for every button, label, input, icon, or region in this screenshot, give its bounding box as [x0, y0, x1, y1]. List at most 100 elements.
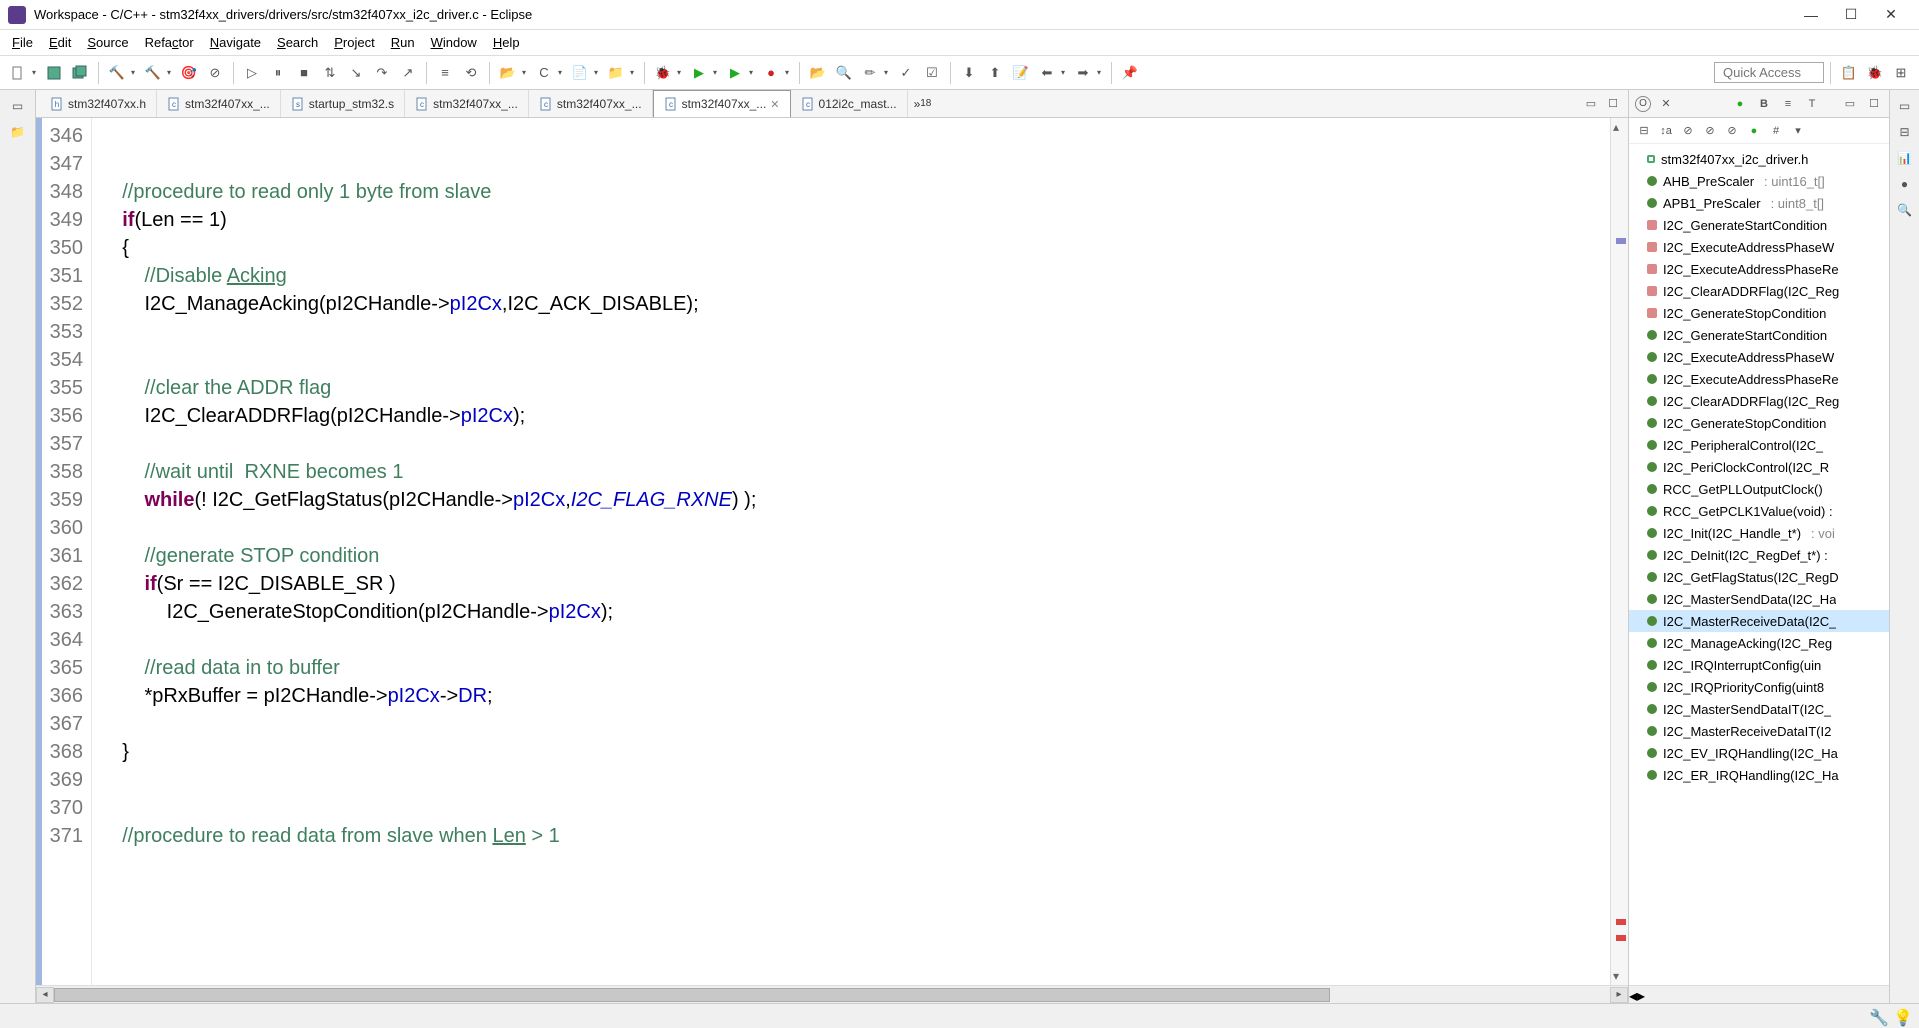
- perspective-other-button[interactable]: ⊞: [1889, 61, 1913, 85]
- code-line[interactable]: *pRxBuffer = pI2CHandle->pI2Cx->DR;: [100, 682, 1610, 710]
- outline-item[interactable]: I2C_GenerateStopCondition: [1629, 412, 1889, 434]
- build-all-button[interactable]: 🔨: [141, 61, 165, 85]
- editor-tab[interactable]: cstm32f407xx_...✕: [653, 90, 791, 117]
- outline-item[interactable]: I2C_PeripheralControl(I2C_: [1629, 434, 1889, 456]
- dropdown-icon[interactable]: ▾: [558, 68, 566, 77]
- outline-h-scrollbar[interactable]: ◂ ▸: [1629, 985, 1889, 1003]
- code-line[interactable]: [100, 514, 1610, 542]
- dropdown-icon[interactable]: ▾: [630, 68, 638, 77]
- restart-button[interactable]: ⟲: [459, 61, 483, 85]
- menu-edit[interactable]: Edit: [41, 32, 79, 53]
- code-editor[interactable]: 3463473483493503513523533543553563573583…: [36, 118, 1628, 985]
- new-button[interactable]: [6, 61, 30, 85]
- outline-item[interactable]: APB1_PreScaler: uint8_t[]: [1629, 192, 1889, 214]
- view-menu-icon[interactable]: ●: [1731, 95, 1749, 113]
- maximize-editor-button[interactable]: ☐: [1604, 95, 1622, 113]
- code-line[interactable]: //Disable Acking: [100, 262, 1610, 290]
- task-button[interactable]: ☑: [920, 61, 944, 85]
- run-button[interactable]: ▶: [687, 61, 711, 85]
- marker-icon[interactable]: [1616, 238, 1626, 244]
- error-marker-icon[interactable]: [1616, 919, 1626, 925]
- pin-button[interactable]: 📌: [1118, 61, 1142, 85]
- code-line[interactable]: if(Len == 1): [100, 206, 1610, 234]
- menu-window[interactable]: Window: [423, 32, 485, 53]
- status-build-icon[interactable]: 🔧: [1869, 1008, 1885, 1024]
- code-body[interactable]: //procedure to read only 1 byte from sla…: [92, 118, 1610, 985]
- code-line[interactable]: I2C_ClearADDRFlag(pI2CHandle->pI2Cx);: [100, 402, 1610, 430]
- quick-access-input[interactable]: [1714, 62, 1824, 83]
- menu-file[interactable]: File: [4, 32, 41, 53]
- editor-h-scrollbar[interactable]: ◂ ▸: [36, 985, 1628, 1003]
- maximize-view-button[interactable]: ☐: [1865, 95, 1883, 113]
- collapse-all-button[interactable]: ⊟: [1635, 122, 1653, 140]
- open-element-button[interactable]: 📂: [496, 61, 520, 85]
- next-annotation-button[interactable]: ⬇: [957, 61, 981, 85]
- restore-view-button[interactable]: ▭: [8, 96, 28, 116]
- hide-fields-button[interactable]: ⊘: [1679, 122, 1697, 140]
- outline-item[interactable]: I2C_PeriClockControl(I2C_R: [1629, 456, 1889, 478]
- editor-tab[interactable]: cstm32f407xx_...: [157, 90, 281, 117]
- step-return-button[interactable]: ↗: [396, 61, 420, 85]
- minimize-editor-button[interactable]: ▭: [1582, 95, 1600, 113]
- sort-button[interactable]: ↕a: [1657, 122, 1675, 140]
- minimize-view-button[interactable]: ▭: [1841, 95, 1859, 113]
- back-button[interactable]: ⬅: [1035, 61, 1059, 85]
- close-view-button[interactable]: ✕: [1657, 95, 1675, 113]
- dropdown-icon[interactable]: ▾: [167, 68, 175, 77]
- code-line[interactable]: //procedure to read data from slave when…: [100, 822, 1610, 850]
- disconnect-button[interactable]: ⇅: [318, 61, 342, 85]
- instruction-stepping-button[interactable]: ≡: [433, 61, 457, 85]
- project-explorer-icon[interactable]: 📁: [8, 122, 28, 142]
- search-button[interactable]: 🔍: [832, 61, 856, 85]
- outline-tab-icon[interactable]: O: [1635, 96, 1651, 112]
- overview-ruler[interactable]: ▴ ▾: [1610, 118, 1628, 985]
- menu-refactor[interactable]: Refactor: [137, 32, 202, 53]
- step-over-button[interactable]: ↷: [370, 61, 394, 85]
- new-folder-button[interactable]: 📁: [604, 61, 628, 85]
- scroll-left-button[interactable]: ◂: [1629, 986, 1637, 1003]
- terminate-button[interactable]: ■: [292, 61, 316, 85]
- hide-non-public-button[interactable]: ⊘: [1723, 122, 1741, 140]
- skip-breakpoints-button[interactable]: ⊘: [203, 61, 227, 85]
- menu-run[interactable]: Run: [383, 32, 423, 53]
- build-button[interactable]: 🔨: [105, 61, 129, 85]
- outline-item[interactable]: I2C_ExecuteAddressPhaseW: [1629, 346, 1889, 368]
- code-line[interactable]: }: [100, 738, 1610, 766]
- status-tip-icon[interactable]: 💡: [1893, 1008, 1909, 1024]
- code-line[interactable]: if(Sr == I2C_DISABLE_SR ): [100, 570, 1610, 598]
- outline-item[interactable]: I2C_IRQPriorityConfig(uint8: [1629, 676, 1889, 698]
- filter-button[interactable]: #: [1767, 122, 1785, 140]
- new-cpp-source-button[interactable]: 📄: [568, 61, 592, 85]
- editor-tab[interactable]: cstm32f407xx_...: [405, 90, 529, 117]
- error-marker-icon[interactable]: [1616, 935, 1626, 941]
- code-line[interactable]: [100, 318, 1610, 346]
- scroll-right-button[interactable]: ▸: [1637, 986, 1645, 1003]
- annotation-button[interactable]: ✏: [858, 61, 882, 85]
- profile-button[interactable]: ▶: [723, 61, 747, 85]
- code-line[interactable]: [100, 794, 1610, 822]
- tab-overflow-button[interactable]: »18: [908, 90, 938, 117]
- dropdown-icon[interactable]: ▾: [32, 68, 40, 77]
- hide-static-button[interactable]: ⊘: [1701, 122, 1719, 140]
- restore-view-button[interactable]: ▭: [1895, 96, 1915, 116]
- menu-search[interactable]: Search: [269, 32, 326, 53]
- outline-item[interactable]: I2C_GenerateStopCondition: [1629, 302, 1889, 324]
- code-line[interactable]: //read data in to buffer: [100, 654, 1610, 682]
- editor-tab[interactable]: hstm32f407xx.h: [40, 90, 157, 117]
- scroll-thumb[interactable]: [54, 988, 1330, 1002]
- code-line[interactable]: {: [100, 234, 1610, 262]
- outline-tree[interactable]: stm32f407xx_i2c_driver.hAHB_PreScaler: u…: [1629, 144, 1889, 985]
- resume-button[interactable]: ▷: [240, 61, 264, 85]
- code-line[interactable]: [100, 346, 1610, 374]
- dropdown-icon[interactable]: ▾: [749, 68, 757, 77]
- perspective-debug-button[interactable]: 🐞: [1863, 61, 1887, 85]
- outline-item[interactable]: I2C_DeInit(I2C_RegDef_t*) :: [1629, 544, 1889, 566]
- minimize-icon[interactable]: ⊟: [1895, 122, 1915, 142]
- outline-item[interactable]: I2C_GetFlagStatus(I2C_RegD: [1629, 566, 1889, 588]
- perspective-cpp-button[interactable]: 📋: [1837, 61, 1861, 85]
- code-line[interactable]: [100, 122, 1610, 150]
- code-line[interactable]: //wait until RXNE becomes 1: [100, 458, 1610, 486]
- close-button[interactable]: ✕: [1871, 1, 1911, 29]
- scroll-right-button[interactable]: ▸: [1610, 987, 1628, 1003]
- view-icon[interactable]: 📊: [1895, 148, 1915, 168]
